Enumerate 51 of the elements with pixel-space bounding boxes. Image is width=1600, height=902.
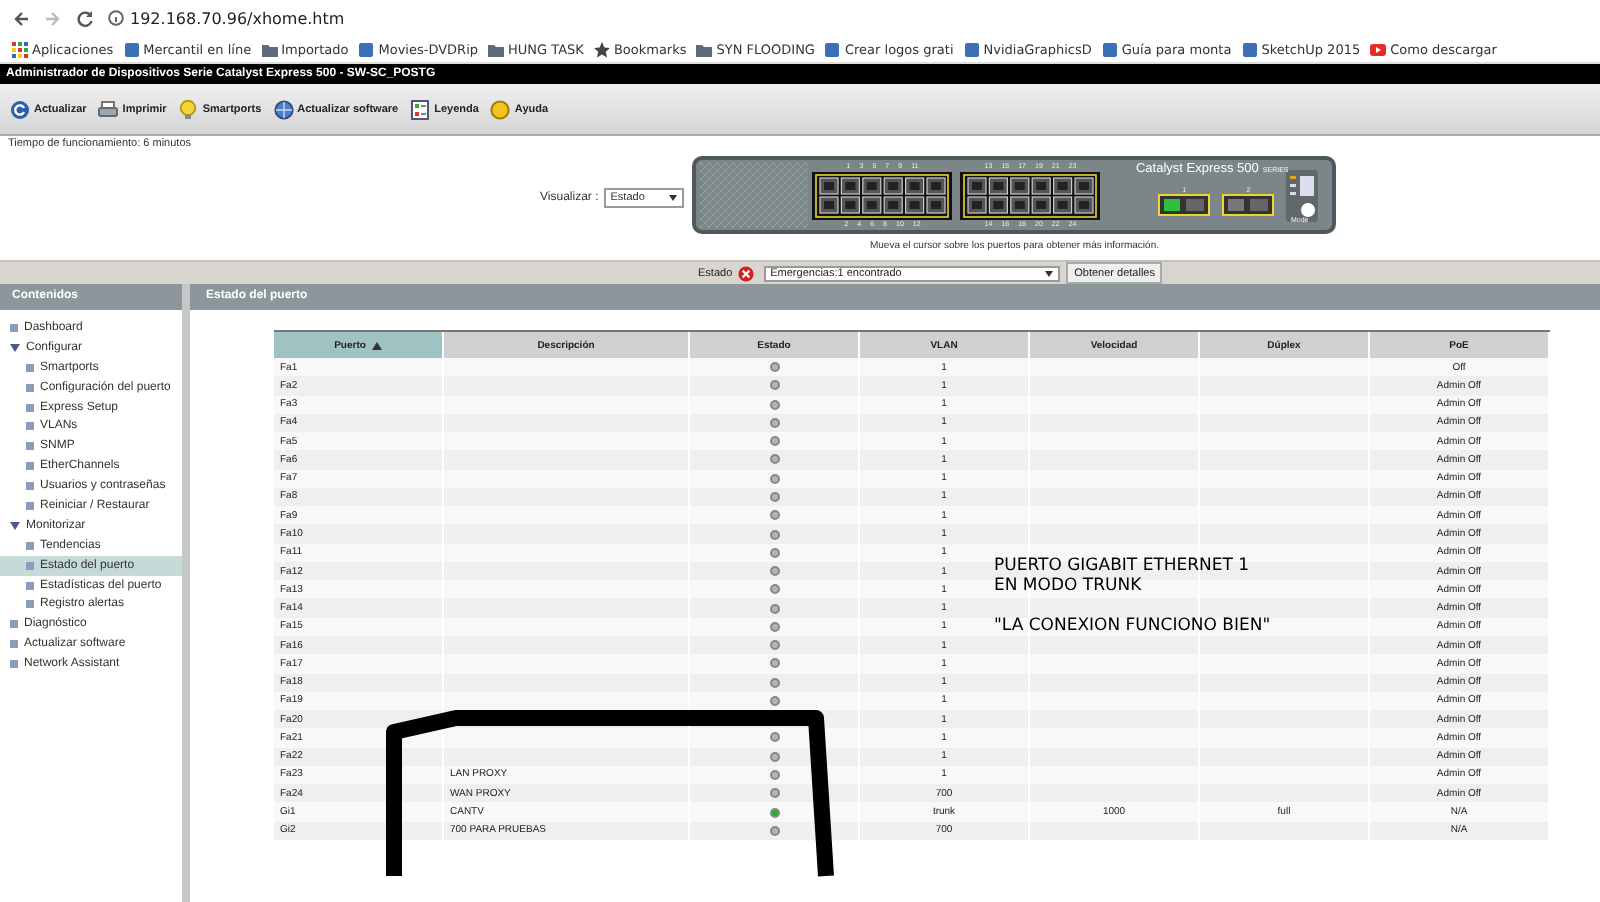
bullet-icon [10,640,18,649]
annotation-text: PUERTO GIGABIT ETHERNET 1 [994,556,1252,576]
bullet-icon [26,363,34,372]
dropdown-caret-icon [1044,269,1055,277]
status-led-drawing [1286,169,1319,221]
back-icon[interactable] [12,9,30,27]
video-icon [1370,41,1387,57]
site-icon [123,41,140,57]
reload-icon[interactable] [76,9,94,27]
printer-icon [98,99,119,119]
bullet-icon [10,620,18,629]
bullet-icon [26,501,34,510]
site-icon [963,41,980,57]
sort-arrow-icon [371,341,382,349]
dropdown-caret-icon [668,194,679,202]
site-icon [824,41,841,57]
bullet-icon [26,383,34,392]
site-icon [1241,41,1258,57]
bullet-icon [26,403,34,411]
globe-icon [273,99,294,119]
folder-icon [261,41,278,57]
port-block-drawing [960,171,1101,219]
site-icon [358,41,375,57]
bullet-icon [26,462,34,471]
legend-icon [410,99,431,119]
address-field[interactable]: 192.168.70.96/xhome.htm [108,9,345,27]
star-icon [593,41,610,57]
lightbulb-icon [178,99,199,119]
folder-icon [488,41,505,57]
refresh-icon [10,99,30,119]
info-icon [108,10,124,26]
bullet-icon [26,422,34,431]
bullet-icon [26,561,34,570]
help-icon [490,99,511,119]
bullet-icon [26,581,34,590]
bullet-icon [10,323,18,332]
annotation-text: "LA CONEXION FUNCIONO BIEN" [994,616,1271,636]
expand-arrow-icon [10,521,20,530]
bullet-icon [26,541,34,550]
annotation-text: EN MODO TRUNK [994,576,1144,596]
folder-icon [696,41,713,57]
bullet-icon [26,442,34,451]
error-icon [738,265,755,281]
bullet-icon [26,482,34,491]
bullet-icon [26,600,34,609]
site-icon [1101,41,1118,57]
apps-grid-icon [12,41,28,57]
bullet-icon [10,660,18,669]
hatch-pattern-drawing [700,162,809,228]
port-block-drawing [812,171,953,219]
expand-arrow-icon [10,343,20,352]
